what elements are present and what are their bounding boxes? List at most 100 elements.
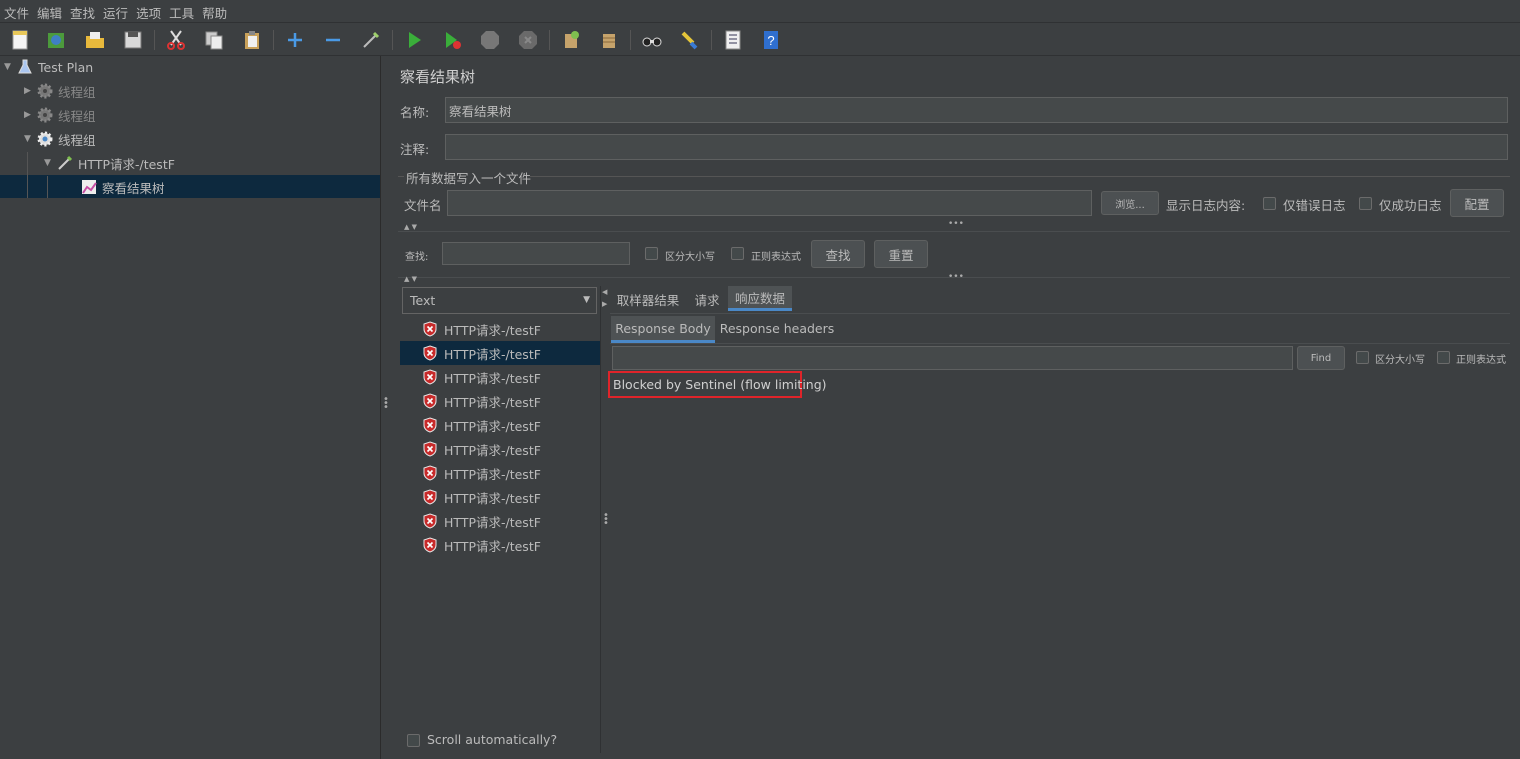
search-field[interactable]: [442, 242, 630, 265]
new-icon[interactable]: [8, 28, 32, 52]
scroll-auto-label: Scroll automatically?: [427, 732, 558, 747]
clear-icon[interactable]: [559, 28, 583, 52]
menu-bar: 文件 编辑 查找 运行 选项 工具 帮助: [0, 0, 1520, 22]
start-no-pause-icon[interactable]: [440, 28, 464, 52]
result-item[interactable]: HTTP请求-/testF: [400, 461, 600, 485]
response-case-sensitive-label: 区分大小写: [1375, 355, 1425, 366]
tree-label-test-plan: Test Plan: [38, 59, 94, 75]
chevron-down-icon[interactable]: ▼: [24, 134, 36, 144]
tree-node-thread-group[interactable]: ▼ 线程组: [24, 128, 96, 150]
svg-text:?: ?: [767, 33, 774, 48]
scroll-auto-checkbox[interactable]: [407, 734, 420, 747]
help-icon[interactable]: ?: [759, 28, 783, 52]
result-item-label: HTTP请求-/testF: [444, 370, 541, 386]
error-shield-icon: [422, 513, 438, 529]
result-item-label: HTTP请求-/testF: [444, 514, 541, 530]
filename-field[interactable]: [447, 190, 1092, 216]
name-field[interactable]: 察看结果树: [445, 97, 1508, 123]
find-button[interactable]: 查找: [811, 240, 865, 268]
renderer-select[interactable]: Text ▼: [402, 287, 597, 314]
clear-all-icon[interactable]: [597, 28, 621, 52]
tab-sampler-result[interactable]: 取样器结果: [612, 287, 684, 311]
tree-node-view-results-tree[interactable]: 察看结果树: [80, 176, 165, 198]
configure-button[interactable]: 配置: [1450, 189, 1504, 217]
response-case-sensitive-checkbox[interactable]: [1356, 351, 1369, 364]
open-icon[interactable]: [83, 28, 107, 52]
tree-node-test-plan[interactable]: ▼ Test Plan: [4, 56, 93, 78]
result-item-label: HTTP请求-/testF: [444, 346, 541, 362]
menu-tools[interactable]: 工具: [165, 0, 198, 22]
cut-icon[interactable]: [164, 28, 188, 52]
templates-icon[interactable]: [44, 28, 68, 52]
tree-selection-highlight: [0, 175, 380, 198]
chevron-right-icon[interactable]: ▶: [24, 86, 36, 96]
browse-button[interactable]: 浏览...: [1101, 191, 1159, 215]
case-sensitive-checkbox[interactable]: [645, 247, 658, 260]
menu-edit[interactable]: 编辑: [33, 0, 66, 22]
menu-options[interactable]: 选项: [132, 0, 165, 22]
tab-request[interactable]: 请求: [690, 287, 724, 311]
stop-icon[interactable]: [478, 28, 502, 52]
tab-response-headers[interactable]: Response headers: [719, 316, 835, 341]
errors-only-checkbox[interactable]: [1263, 197, 1276, 210]
chevron-right-icon[interactable]: ▶: [24, 110, 36, 120]
result-item-label: HTTP请求-/testF: [444, 538, 541, 554]
main-splitter[interactable]: • • •: [380, 56, 390, 759]
toggle-icon[interactable]: [359, 28, 383, 52]
horizontal-splitter[interactable]: ▲ ▼ •••: [398, 272, 1510, 283]
start-icon[interactable]: [402, 28, 426, 52]
menu-help[interactable]: 帮助: [198, 0, 231, 22]
tree-node-thread-group-disabled-1[interactable]: ▶ 线程组: [24, 80, 96, 102]
menu-run[interactable]: 运行: [99, 0, 132, 22]
error-shield-icon: [422, 345, 438, 361]
expand-icon[interactable]: [283, 28, 307, 52]
error-shield-icon: [422, 369, 438, 385]
menu-search[interactable]: 查找: [66, 0, 99, 22]
result-item[interactable]: HTTP请求-/testF: [400, 341, 600, 365]
reset-button[interactable]: 重置: [874, 240, 928, 268]
result-item[interactable]: HTTP请求-/testF: [400, 533, 600, 557]
tree-node-http-sampler[interactable]: ▼ HTTP请求-/testF: [44, 152, 175, 174]
tree-node-thread-group-disabled-2[interactable]: ▶ 线程组: [24, 104, 96, 126]
result-item[interactable]: HTTP请求-/testF: [400, 485, 600, 509]
success-only-label: 仅成功日志: [1379, 198, 1442, 213]
chevron-down-icon[interactable]: ▼: [44, 158, 56, 168]
tab-response-body[interactable]: Response Body: [611, 316, 715, 343]
chart-icon: [80, 178, 98, 196]
paste-icon[interactable]: [240, 28, 264, 52]
chevron-down-icon[interactable]: ▼: [583, 295, 590, 305]
chevron-down-icon[interactable]: ▼: [4, 62, 16, 72]
result-item-label: HTTP请求-/testF: [444, 466, 541, 482]
menu-file[interactable]: 文件: [0, 0, 33, 22]
tab-response-data[interactable]: 响应数据: [728, 286, 792, 311]
tree-label-thread-group: 线程组: [58, 84, 96, 100]
tree-label-thread-group: 线程组: [58, 108, 96, 124]
results-splitter[interactable]: ◀ ▶ • • •: [600, 286, 609, 753]
error-shield-icon: [422, 489, 438, 505]
horizontal-splitter[interactable]: ▲ ▼ •••: [398, 219, 1510, 232]
name-label: 名称:: [400, 105, 430, 120]
success-only-checkbox[interactable]: [1359, 197, 1372, 210]
regex-checkbox[interactable]: [731, 247, 744, 260]
response-regex-checkbox[interactable]: [1437, 351, 1450, 364]
shutdown-icon[interactable]: [516, 28, 540, 52]
search-icon[interactable]: [640, 28, 664, 52]
result-item[interactable]: HTTP请求-/testF: [400, 413, 600, 437]
result-item[interactable]: HTTP请求-/testF: [400, 317, 600, 341]
comment-label: 注释:: [400, 142, 430, 157]
result-item[interactable]: HTTP请求-/testF: [400, 365, 600, 389]
copy-icon[interactable]: [202, 28, 226, 52]
function-helper-icon[interactable]: [721, 28, 745, 52]
collapse-icon[interactable]: [321, 28, 345, 52]
response-find-button[interactable]: Find: [1297, 346, 1345, 370]
response-search-field[interactable]: [612, 346, 1293, 370]
result-item-label: HTTP请求-/testF: [444, 322, 541, 338]
result-item-label: HTTP请求-/testF: [444, 394, 541, 410]
result-item[interactable]: HTTP请求-/testF: [400, 509, 600, 533]
result-item[interactable]: HTTP请求-/testF: [400, 437, 600, 461]
error-shield-icon: [422, 321, 438, 337]
comment-field[interactable]: [445, 134, 1508, 160]
reset-search-icon[interactable]: [678, 28, 702, 52]
save-icon[interactable]: [121, 28, 145, 52]
result-item[interactable]: HTTP请求-/testF: [400, 389, 600, 413]
